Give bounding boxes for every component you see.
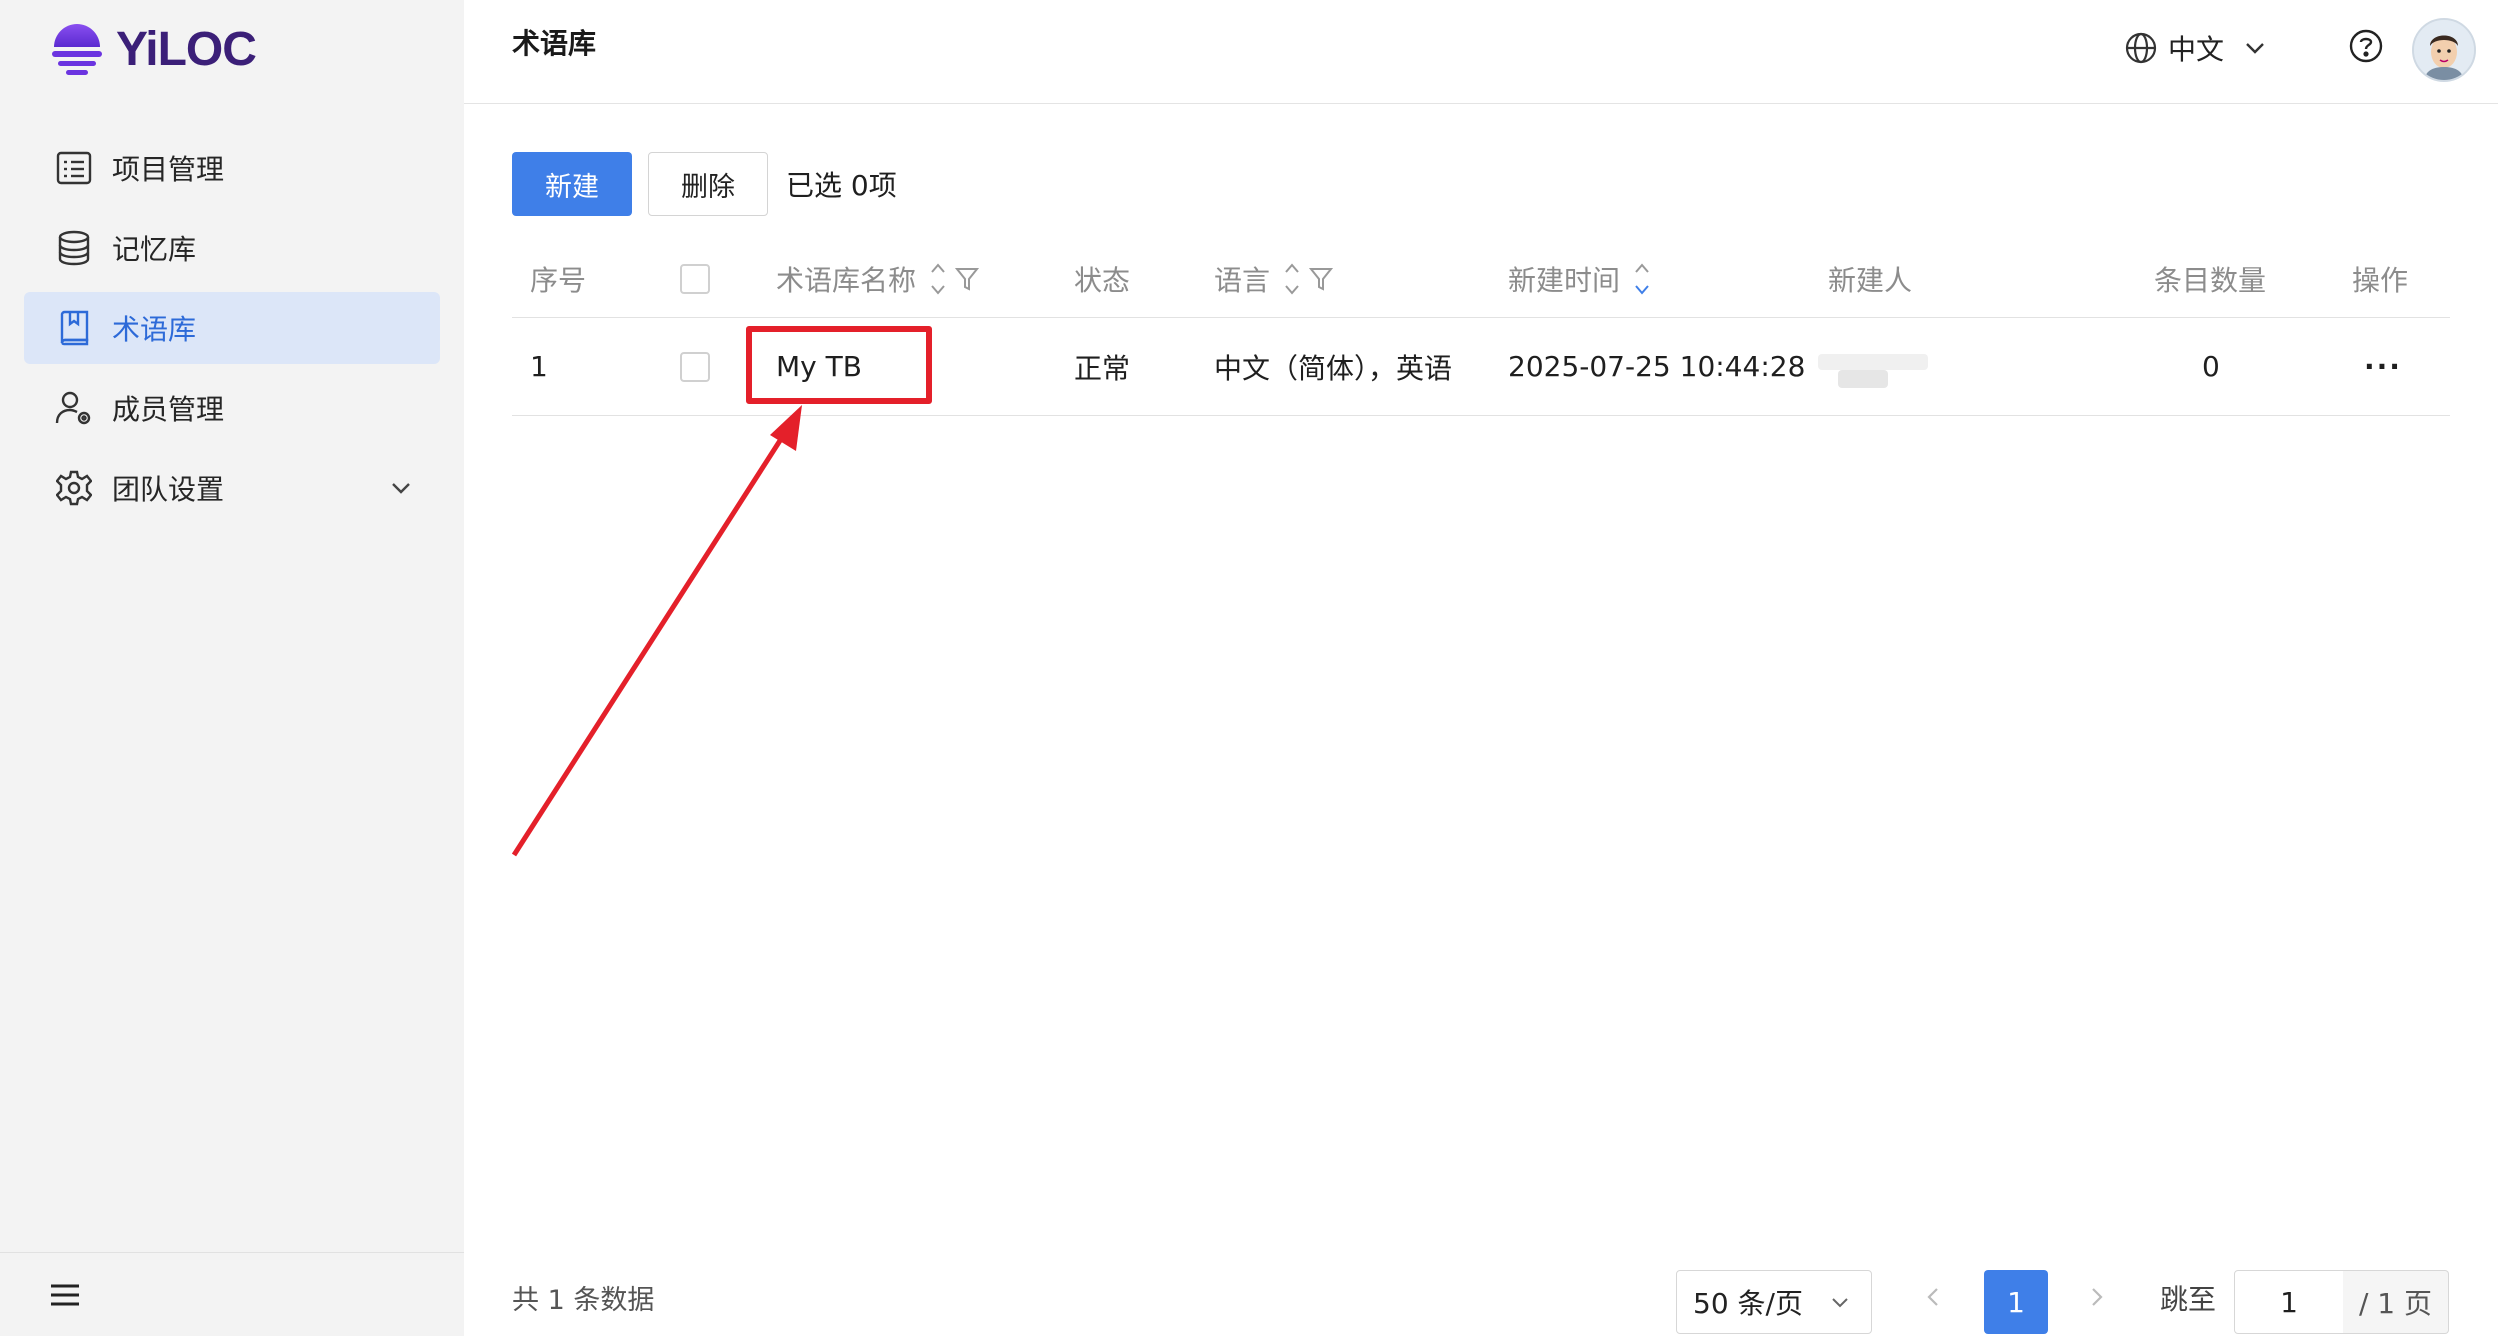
- row-language: 中文（简体），英语: [1214, 351, 1453, 385]
- page-1-button[interactable]: 1: [1984, 1270, 2048, 1334]
- col-creator: 新建人: [1828, 263, 1913, 297]
- col-created-at-label: 新建时间: [1508, 263, 1621, 297]
- table-header: 序号 术语库名称 状态 语言 新建时间 新建人 条目数量 操作: [512, 240, 2450, 318]
- sidebar-item-label: 项目管理: [112, 153, 225, 186]
- col-status: 状态: [1074, 263, 1131, 297]
- row-checkbox[interactable]: [680, 351, 710, 382]
- annotation-highlight-box: [746, 326, 932, 404]
- help-icon[interactable]: [2348, 28, 2384, 64]
- sidebar-item-label: 成员管理: [112, 393, 225, 426]
- chevron-down-icon: [2246, 43, 2264, 54]
- delete-button[interactable]: 删除: [648, 152, 768, 216]
- chevron-down-icon[interactable]: [388, 474, 416, 502]
- app-root: YiLOC 项目管理 记忆库 术语库 成员管理 团队设置 术语库 中文 新建 删…: [0, 0, 2498, 1336]
- sidebar-item-termbase[interactable]: 术语库: [24, 292, 440, 364]
- sidebar-item-label: 记忆库: [112, 233, 197, 266]
- row-count: 0: [2202, 350, 2220, 383]
- top-header: 术语库 中文: [464, 0, 2498, 104]
- yiloc-logo-icon: [52, 24, 102, 75]
- page-size-value: 50 条/页: [1693, 1287, 1803, 1320]
- col-language: 语言: [1214, 240, 1334, 317]
- col-actions: 操作: [2352, 263, 2409, 297]
- jump-page-input[interactable]: 1: [2234, 1270, 2344, 1334]
- chevron-down-icon: [1832, 1298, 1848, 1308]
- user-settings-icon: [54, 388, 94, 428]
- database-icon: [54, 228, 94, 268]
- toolbar: 新建 删除 已选 0项: [512, 152, 897, 216]
- sidebar-footer: [0, 1252, 464, 1336]
- sidebar-item-label: 术语库: [112, 313, 197, 346]
- book-icon: [54, 308, 94, 348]
- col-name-label: 术语库名称: [776, 263, 917, 297]
- new-button[interactable]: 新建: [512, 152, 632, 216]
- more-actions-icon[interactable]: ···: [2364, 318, 2402, 415]
- total-count: 共 1 条数据: [512, 1285, 655, 1316]
- sidebar: YiLOC 项目管理 记忆库 术语库 成员管理 团队设置: [0, 0, 464, 1336]
- sidebar-item-memory[interactable]: 记忆库: [24, 212, 440, 284]
- redacted-creator: [1818, 354, 1928, 370]
- logo[interactable]: YiLOC: [50, 18, 257, 80]
- page-size-select[interactable]: 50 条/页: [1676, 1270, 1872, 1334]
- chevron-right-icon[interactable]: [2088, 1286, 2106, 1308]
- col-count: 条目数量: [2154, 263, 2267, 297]
- filter-icon[interactable]: [1308, 265, 1334, 293]
- redacted-creator: [1838, 370, 1888, 388]
- col-index: 序号: [530, 263, 587, 297]
- gear-icon: [54, 468, 94, 508]
- selected-count: 已选 0项: [786, 169, 897, 202]
- menu-icon[interactable]: [48, 1279, 82, 1311]
- sort-icon[interactable]: [1632, 260, 1652, 298]
- sidebar-item-team-settings[interactable]: 团队设置: [24, 452, 440, 524]
- logo-text: YiLOC: [116, 22, 257, 76]
- language-switcher[interactable]: 中文: [2124, 28, 2268, 68]
- user-avatar[interactable]: [2412, 18, 2476, 82]
- row-status: 正常: [1074, 351, 1131, 385]
- sidebar-item-members[interactable]: 成员管理: [24, 372, 440, 444]
- jump-label: 跳至: [2160, 1283, 2217, 1316]
- row-created-at: 2025-07-25 10:44:28: [1508, 350, 1806, 383]
- sidebar-item-label: 团队设置: [112, 473, 225, 506]
- globe-icon: [2125, 32, 2157, 64]
- total-pages: / 1 页: [2343, 1270, 2449, 1334]
- annotation-arrow: [511, 405, 802, 857]
- col-created-at: 新建时间: [1508, 240, 1652, 317]
- filter-icon[interactable]: [954, 265, 980, 293]
- col-name: 术语库名称: [776, 240, 980, 317]
- sort-icon[interactable]: [928, 260, 948, 298]
- chevron-left-icon[interactable]: [1924, 1286, 1942, 1308]
- sidebar-nav: 项目管理 记忆库 术语库 成员管理 团队设置: [24, 132, 440, 532]
- list-icon: [54, 148, 94, 188]
- col-select: [680, 240, 710, 317]
- col-language-label: 语言: [1214, 263, 1271, 297]
- sort-icon[interactable]: [1282, 260, 1302, 298]
- language-label: 中文: [2167, 33, 2224, 66]
- sidebar-item-projects[interactable]: 项目管理: [24, 132, 440, 204]
- table-footer: 共 1 条数据 50 条/页 1 跳至 1 / 1 页: [464, 1252, 2498, 1336]
- select-all-checkbox[interactable]: [680, 263, 710, 294]
- page-title: 术语库: [512, 27, 597, 60]
